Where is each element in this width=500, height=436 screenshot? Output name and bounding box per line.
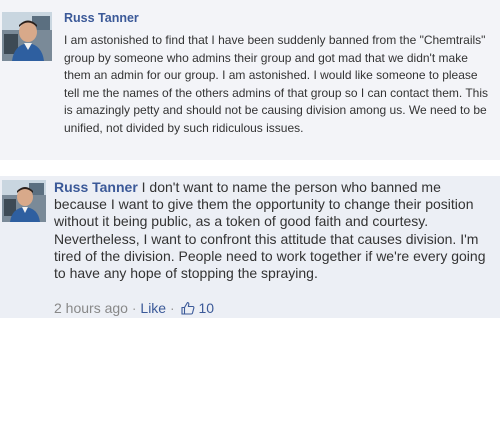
like-count[interactable]: 10 [198, 300, 214, 316]
comment-meta: 2 hours ago · Like · 10 [54, 300, 214, 318]
comment-author[interactable]: Russ Tanner [54, 179, 138, 195]
like-button[interactable]: Like [140, 300, 166, 316]
profile-photo-icon [2, 180, 46, 222]
separator: · [131, 300, 137, 316]
comment-text: Russ Tanner I don't want to name the per… [54, 179, 494, 282]
post-1: Russ Tanner I am astonished to find that… [0, 0, 500, 160]
thumbs-up-icon[interactable] [180, 301, 195, 318]
post-body: I am astonished to find that I have been… [64, 33, 489, 135]
avatar[interactable] [2, 180, 46, 222]
separator: · [169, 300, 175, 316]
timestamp[interactable]: 2 hours ago [54, 300, 128, 316]
profile-photo-icon [2, 12, 52, 61]
avatar[interactable] [2, 12, 52, 61]
post-2: Russ Tanner I don't want to name the per… [0, 176, 500, 318]
post-author[interactable]: Russ Tanner [64, 11, 139, 25]
